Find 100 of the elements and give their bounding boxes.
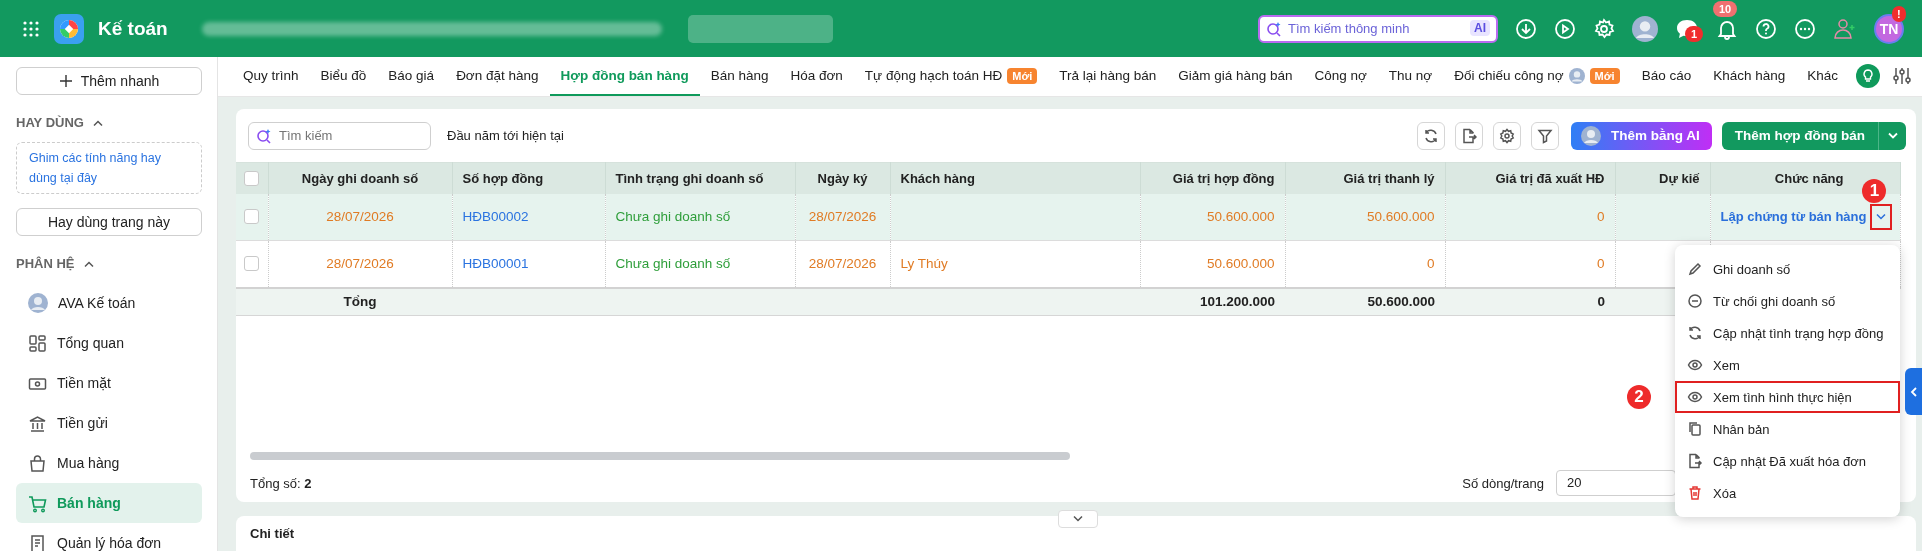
minus-circle-icon xyxy=(1687,293,1703,309)
table-cell: 50.600.000 xyxy=(1206,256,1275,272)
quick-add-button[interactable]: Thêm nhanh xyxy=(16,67,202,95)
add-with-ai-button[interactable]: Thêm bằng AI xyxy=(1570,121,1712,150)
tab[interactable]: Đơn đặt hàng xyxy=(445,57,550,96)
menu-item[interactable]: Xóa xyxy=(1675,477,1900,509)
tab[interactable]: Khác xyxy=(1796,57,1850,96)
collapse-toggle[interactable] xyxy=(1058,510,1098,528)
sidebar-item[interactable]: Tiền mặt xyxy=(16,363,202,403)
total-label: Tổng xyxy=(343,294,377,310)
collapse-caret-icon[interactable] xyxy=(82,259,95,268)
menu-item[interactable]: Từ chối ghi doanh số xyxy=(1675,285,1900,317)
column-header: Tình trạng ghi doanh số xyxy=(605,162,795,194)
tab[interactable]: Biểu đồ xyxy=(309,57,378,96)
settings-button[interactable] xyxy=(1492,121,1521,150)
contract-link[interactable]: HĐB00001 xyxy=(462,256,529,272)
tab[interactable]: Báo cáo xyxy=(1630,57,1703,96)
search-field[interactable]: Tìm kiếm xyxy=(248,121,431,150)
table-cell: 50.600.000 xyxy=(1206,209,1275,225)
sliders-icon[interactable] xyxy=(1892,66,1912,86)
section-title: PHÂN HỆ xyxy=(16,256,75,271)
cart-icon xyxy=(28,493,47,513)
table-cell: Chưa ghi doanh số xyxy=(615,256,731,272)
caret-icon xyxy=(1072,515,1084,523)
bot-avatar xyxy=(1580,125,1601,146)
menu-item[interactable]: Xem tình hình thực hiện xyxy=(1675,381,1900,413)
column-header: Giá trị hợp đồng xyxy=(1140,162,1285,194)
column-header: Giá trị thanh lý xyxy=(1285,162,1445,194)
panel-toggle[interactable] xyxy=(1905,368,1922,415)
document-icon xyxy=(28,533,47,551)
lightbulb-icon[interactable] xyxy=(1856,64,1880,88)
page-size-label: Số dòng/trang xyxy=(1462,475,1544,491)
export-button[interactable] xyxy=(1454,121,1483,150)
eye-icon xyxy=(1687,357,1703,373)
menu-item[interactable]: Xem xyxy=(1675,349,1900,381)
sidebar-item[interactable]: AVA Kế toán xyxy=(16,283,202,323)
row-checkbox[interactable] xyxy=(244,256,259,272)
tab[interactable]: Bán hàng xyxy=(699,57,780,96)
bot-avatar xyxy=(1568,67,1585,84)
record-count: Tổng số: 2 xyxy=(250,475,312,491)
tab[interactable]: Trả lại hàng bán xyxy=(1048,57,1168,96)
table-cell: 28/07/2026 xyxy=(808,209,877,225)
column-header: Giá trị đã xuất HĐ xyxy=(1445,162,1615,194)
section-title: HAY DÙNG xyxy=(16,115,84,130)
new-badge: Mới xyxy=(1007,67,1038,84)
add-contract-button[interactable]: Thêm hợp đồng bán xyxy=(1721,121,1878,150)
tab[interactable]: Hóa đơn xyxy=(779,57,854,96)
sidebar-item[interactable]: Tổng quan xyxy=(16,323,202,363)
table-cell: 0 xyxy=(1427,256,1435,272)
row-menu-button[interactable] xyxy=(1872,205,1890,228)
tab[interactable]: Báo giá xyxy=(377,57,446,96)
bot-avatar xyxy=(28,293,48,313)
ai-search-icon xyxy=(1266,20,1282,37)
sidebar-item[interactable]: Mua hàng xyxy=(16,443,202,483)
row-checkbox[interactable] xyxy=(244,209,259,225)
sidebar-item[interactable]: Quản lý hóa đơn xyxy=(16,523,202,551)
tab[interactable]: Đối chiếu công nợ Mới xyxy=(1443,57,1631,96)
tab[interactable]: Quy trình xyxy=(232,57,310,96)
column-header: Số hợp đồng xyxy=(452,162,605,194)
alert-badge: ! xyxy=(1892,5,1906,22)
period-filter[interactable]: Đầu năm tới hiện tại xyxy=(447,128,564,143)
scrollbar-thumb[interactable] xyxy=(250,452,1070,460)
tab[interactable]: Giảm giá hàng bán xyxy=(1167,57,1304,96)
settings-icon[interactable] xyxy=(1593,17,1615,40)
play-icon[interactable] xyxy=(1554,17,1576,40)
new-badge: Mới xyxy=(1589,67,1620,84)
plus-icon xyxy=(58,74,73,88)
tab[interactable]: Khách hàng xyxy=(1702,57,1797,96)
dropdown-button[interactable] xyxy=(1878,121,1906,150)
filter-button[interactable] xyxy=(1530,121,1559,150)
copy-icon xyxy=(1687,421,1703,437)
column-header: Ngày ghi doanh số xyxy=(268,162,452,194)
contract-link[interactable]: HĐB00002 xyxy=(462,209,529,225)
tab[interactable]: Tự động hạch toán HĐ Mới xyxy=(853,57,1049,96)
table-cell: 28/07/2026 xyxy=(326,209,394,225)
tab[interactable]: Thu nợ xyxy=(1377,57,1444,96)
table-cell: 28/07/2026 xyxy=(326,256,394,272)
menu-item[interactable]: Nhân bản xyxy=(1675,413,1900,445)
pin-hint: Ghim các tính năng hay dùng tại đây xyxy=(16,142,202,194)
table-cell: 28/07/2026 xyxy=(808,256,877,272)
apps-menu-icon[interactable] xyxy=(22,19,40,38)
sidebar-item[interactable]: Tiền gửi xyxy=(16,403,202,443)
total-value: 50.600.000 xyxy=(1367,294,1435,310)
refresh-button[interactable] xyxy=(1416,121,1445,150)
menu-item[interactable]: Cập nhật Đã xuất hóa đơn xyxy=(1675,445,1900,477)
total-value: 101.200.000 xyxy=(1199,294,1275,310)
app-logo-icon[interactable] xyxy=(54,13,84,44)
menu-item[interactable]: Cập nhật tình trạng hợp đồng xyxy=(1675,317,1900,349)
select-all-checkbox[interactable] xyxy=(244,170,259,186)
help-icon[interactable] xyxy=(1755,17,1777,40)
pin-page-button[interactable]: Hay dùng trang này xyxy=(16,208,202,236)
app-title: Kế toán xyxy=(98,17,168,40)
settings-icon xyxy=(1498,127,1515,144)
more-icon[interactable] xyxy=(1794,17,1816,40)
caret-icon xyxy=(1908,385,1919,398)
tab[interactable]: Công nợ xyxy=(1303,57,1378,96)
menu-item[interactable]: Ghi doanh số xyxy=(1675,253,1900,285)
column-header: Ngày ký xyxy=(795,162,890,194)
download-icon[interactable] xyxy=(1515,17,1537,40)
collapse-caret-icon[interactable] xyxy=(91,118,104,127)
